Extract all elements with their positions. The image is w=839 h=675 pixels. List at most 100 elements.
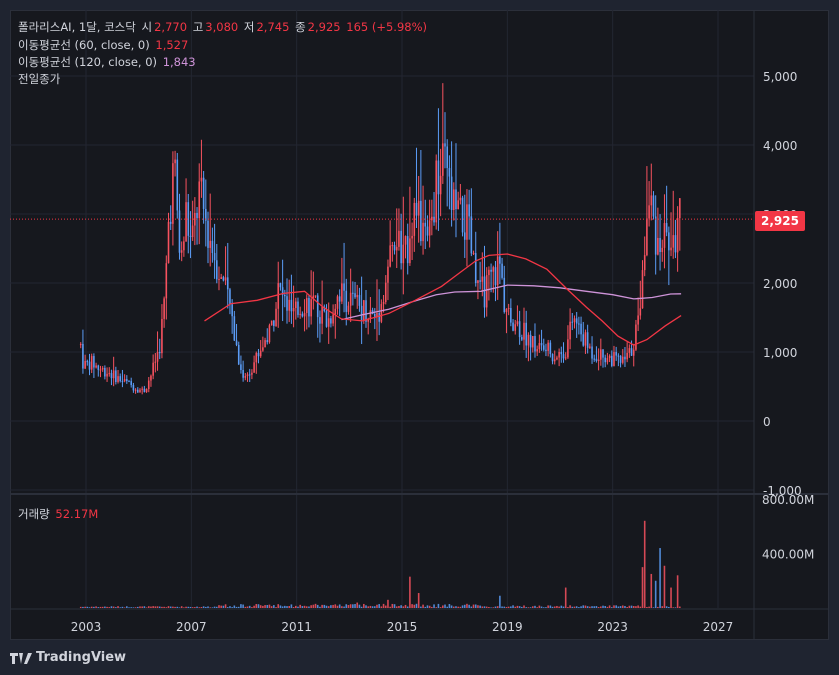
candle-body xyxy=(270,320,273,326)
candle-body xyxy=(619,355,622,363)
volume-bar xyxy=(606,606,609,608)
candle-body xyxy=(534,336,536,352)
candle-body xyxy=(382,301,385,305)
candle-body xyxy=(268,325,271,343)
candle-body xyxy=(542,345,545,350)
volume-bar xyxy=(277,604,280,608)
candle-body xyxy=(457,200,459,210)
candle-body xyxy=(452,189,455,211)
volume-bar xyxy=(226,607,229,608)
volume-bar xyxy=(200,606,203,608)
candle-body xyxy=(191,225,194,238)
ma120-label: 이동평균선 (120, close, 0) xyxy=(18,55,158,69)
volume-bar xyxy=(90,606,93,608)
candle-body xyxy=(643,255,646,271)
volume-bar xyxy=(415,603,418,608)
volume-bar xyxy=(213,606,216,608)
candle-body xyxy=(424,222,427,227)
volume-bar xyxy=(231,607,233,608)
candle-body xyxy=(472,253,475,255)
volume-bar xyxy=(575,606,578,608)
low-value: 2,745 xyxy=(256,20,290,34)
volume-bar xyxy=(529,607,532,608)
candle-body xyxy=(332,314,334,324)
volume-bar xyxy=(106,606,108,608)
volume-bar xyxy=(531,606,534,608)
candle-body xyxy=(437,160,440,195)
candle-body xyxy=(123,379,126,382)
candle-body xyxy=(325,311,328,327)
volume-bar xyxy=(665,606,668,608)
volume-bar xyxy=(668,606,670,608)
volume-bar xyxy=(417,593,420,608)
volume-bar xyxy=(185,606,187,608)
volume-bar xyxy=(354,604,356,608)
candle-body xyxy=(384,282,387,302)
candle-body xyxy=(422,222,424,242)
candle-body xyxy=(165,263,168,299)
candle-body xyxy=(152,362,154,376)
candle-body xyxy=(499,256,501,264)
candle-body xyxy=(652,195,655,217)
candle-body xyxy=(468,204,470,217)
candle-body xyxy=(360,305,363,321)
candle-body xyxy=(679,198,681,219)
volume-legend[interactable]: 거래량 52.17M xyxy=(18,506,100,522)
volume-bar xyxy=(139,606,141,608)
ma60-legend[interactable]: 이동평균선 (60, close, 0) 1,527 xyxy=(18,37,190,53)
candle-body xyxy=(101,367,104,370)
prev-close-legend[interactable]: 전일종가 xyxy=(18,71,62,87)
volume-bar xyxy=(391,603,394,608)
tradingview-logo[interactable]: TradingView xyxy=(10,650,126,665)
candle-body xyxy=(496,256,499,286)
volume-bar xyxy=(626,606,628,608)
candle-body xyxy=(575,318,578,324)
volume-bar xyxy=(600,606,602,608)
volume-bar xyxy=(251,607,253,608)
low-label: 저 xyxy=(243,20,255,34)
volume-bar xyxy=(104,606,106,608)
volume-bar xyxy=(525,607,528,608)
candle-body xyxy=(507,308,510,310)
candle-body xyxy=(398,230,400,247)
candle-body xyxy=(584,332,587,346)
price-chart[interactable]: 5,0004,0003,0002,0001,0000-1,000800.00M4… xyxy=(0,0,839,675)
volume-bar xyxy=(240,604,242,608)
candle-body xyxy=(516,321,519,325)
volume-bar xyxy=(578,607,580,608)
candle-body xyxy=(586,332,589,348)
y-tick-label: 4,000 xyxy=(763,139,797,153)
y-tick-label: 0 xyxy=(763,415,771,429)
volume-bar xyxy=(632,606,635,608)
y-tick-label: 5,000 xyxy=(763,70,797,84)
candle-body xyxy=(521,337,523,340)
candle-body xyxy=(90,356,93,370)
candle-body xyxy=(336,296,339,309)
candle-body xyxy=(514,324,517,331)
candle-body xyxy=(632,349,635,356)
candle-body xyxy=(492,267,495,272)
volume-bar xyxy=(147,606,150,608)
ma120-legend[interactable]: 이동평균선 (120, close, 0) 1,843 xyxy=(18,54,198,70)
volume-bar xyxy=(321,604,323,608)
candle-body xyxy=(569,321,571,340)
candle-body xyxy=(444,143,446,147)
volume-bar xyxy=(178,607,181,608)
candle-body xyxy=(404,236,407,245)
volume-bar xyxy=(516,605,519,608)
candle-body xyxy=(277,283,280,309)
volume-bar xyxy=(136,606,139,608)
candle-body xyxy=(183,241,185,251)
volume-bar xyxy=(330,605,332,608)
candle-body xyxy=(556,357,558,360)
candle-body xyxy=(646,218,648,256)
candle-body xyxy=(393,245,396,251)
candle-body xyxy=(202,177,205,209)
candle-body xyxy=(613,352,615,366)
volume-bar xyxy=(545,607,547,608)
volume-bar xyxy=(560,605,563,608)
volume-bar xyxy=(156,606,159,608)
candle-body xyxy=(211,240,214,253)
volume-bar xyxy=(450,605,453,608)
volume-bar xyxy=(442,605,444,608)
